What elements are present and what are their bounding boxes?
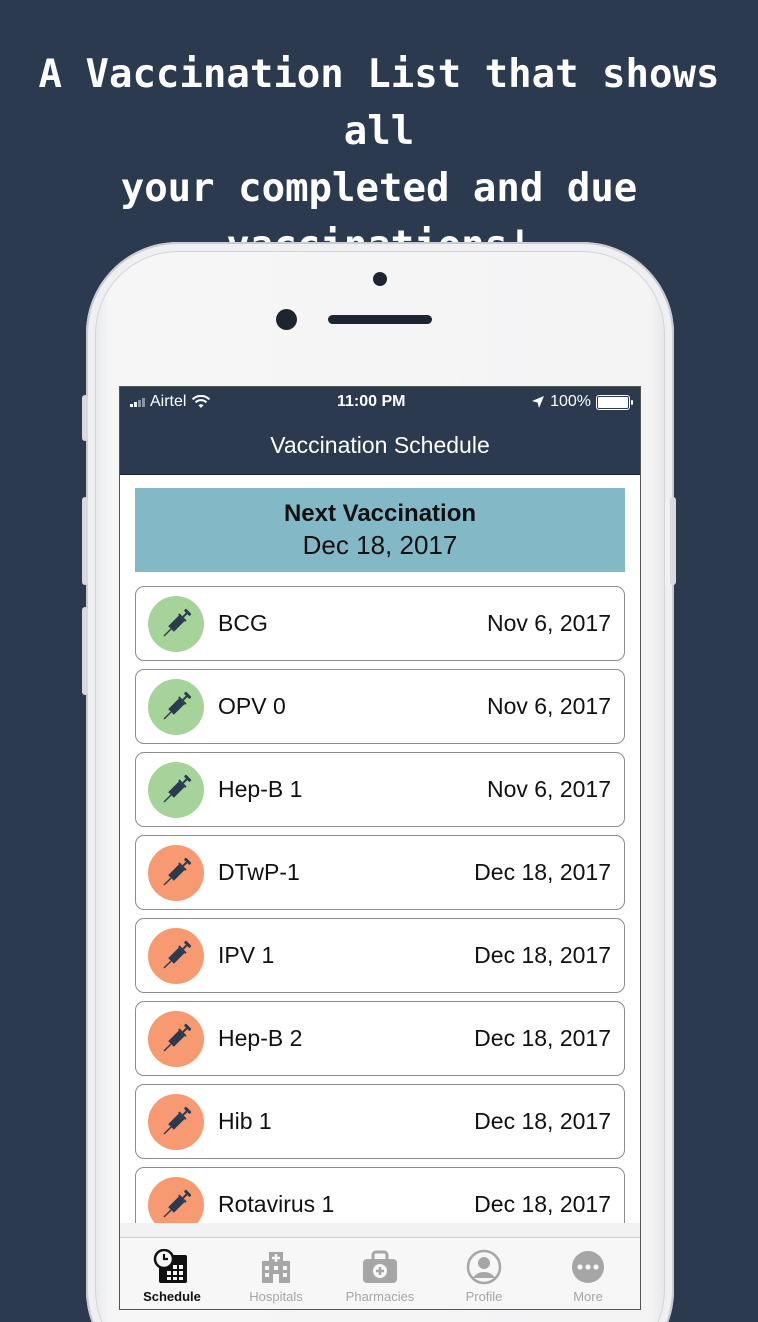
vaccine-name: Rotavirus 1	[218, 1191, 335, 1217]
clock: 11:00 PM	[337, 393, 406, 410]
vaccination-row[interactable]: IPV 1 Dec 18, 2017	[135, 918, 625, 993]
tab-label: Hospitals	[249, 1289, 303, 1304]
vaccine-date: Nov 6, 2017	[486, 693, 611, 719]
status-bar: Airtel 11:00 PM 100%	[120, 387, 640, 417]
vaccination-row[interactable]: Hep-B 1 Nov 6, 2017	[135, 752, 625, 827]
vaccination-row[interactable]: DTwP-1 Dec 18, 2017	[135, 835, 625, 910]
hospital-icon	[262, 1252, 290, 1283]
headline-line-2: your completed and due	[120, 166, 638, 211]
volume-down-button	[82, 607, 88, 695]
calendar-clock-icon	[153, 1249, 187, 1283]
vaccine-date: Nov 6, 2017	[486, 776, 611, 802]
headline-line-1: A Vaccination List that shows all	[38, 52, 720, 154]
front-camera	[276, 309, 297, 330]
promo-headline: A Vaccination List that shows all your c…	[0, 46, 758, 274]
signal-icon	[130, 397, 145, 407]
tab-more[interactable]: More	[536, 1238, 640, 1309]
phone-screen: Airtel 11:00 PM 100% Vaccination Schedul…	[119, 386, 641, 1310]
volume-up-button	[82, 497, 88, 585]
vaccination-row[interactable]: Rotavirus 1 Dec 18, 2017	[135, 1167, 625, 1223]
syringe-icon	[148, 761, 204, 818]
tab-profile[interactable]: Profile	[432, 1238, 536, 1309]
more-icon	[572, 1251, 604, 1283]
vaccine-name: DTwP-1	[218, 859, 300, 885]
vaccination-row[interactable]: BCG Nov 6, 2017	[135, 586, 625, 661]
next-vaccination-title: Next Vaccination	[283, 500, 477, 527]
syringe-icon	[148, 844, 204, 901]
page-title: Vaccination Schedule	[270, 432, 490, 458]
vaccine-date: Dec 18, 2017	[474, 1191, 611, 1217]
vaccine-date: Nov 6, 2017	[486, 610, 611, 636]
carrier-label: Airtel	[150, 393, 187, 410]
vaccination-row[interactable]: Hib 1 Dec 18, 2017	[135, 1084, 625, 1159]
tab-label: Schedule	[143, 1289, 201, 1304]
vaccination-list: BCG Nov 6, 2017 OPV 0 Nov 6, 2017 Hep-B …	[135, 586, 625, 1223]
schedule-content[interactable]: Next Vaccination Dec 18, 2017 BCG Nov 6,…	[120, 475, 640, 1223]
tab-hospitals[interactable]: Hospitals	[224, 1238, 328, 1309]
syringe-icon	[148, 1176, 204, 1223]
earpiece-speaker	[328, 315, 432, 324]
nav-bar: Vaccination Schedule	[120, 417, 640, 475]
syringe-icon	[148, 595, 204, 652]
profile-icon	[466, 1249, 502, 1285]
next-vaccination-date: Dec 18, 2017	[302, 530, 458, 560]
battery-icon	[595, 394, 633, 410]
vaccine-date: Dec 18, 2017	[474, 1025, 611, 1051]
tab-label: More	[573, 1289, 603, 1304]
power-button	[670, 497, 676, 585]
vaccine-date: Dec 18, 2017	[474, 859, 611, 885]
vaccine-name: BCG	[218, 610, 268, 636]
next-vaccination-card: Next Vaccination Dec 18, 2017	[135, 488, 625, 572]
vaccine-date: Dec 18, 2017	[474, 942, 611, 968]
tab-label: Pharmacies	[345, 1289, 415, 1304]
vaccine-name: Hib 1	[218, 1108, 272, 1134]
battery-percent: 100%	[550, 393, 591, 410]
proximity-sensor	[373, 272, 387, 286]
vaccination-row[interactable]: OPV 0 Nov 6, 2017	[135, 669, 625, 744]
tab-schedule[interactable]: Schedule	[120, 1238, 224, 1309]
syringe-icon	[148, 927, 204, 984]
vaccine-name: Hep-B 2	[218, 1025, 303, 1051]
syringe-icon	[148, 1093, 204, 1150]
tab-pharmacies[interactable]: Pharmacies	[328, 1238, 432, 1309]
medical-bag-icon	[363, 1250, 397, 1283]
syringe-icon	[148, 678, 204, 735]
vaccine-name: OPV 0	[218, 693, 286, 719]
wifi-icon	[192, 395, 211, 408]
syringe-icon	[148, 1010, 204, 1067]
tab-bar: Schedule Hospitals Pharmacies Profile Mo…	[120, 1237, 640, 1309]
vaccination-row[interactable]: Hep-B 2 Dec 18, 2017	[135, 1001, 625, 1076]
location-arrow-icon	[532, 396, 545, 408]
vaccine-date: Dec 18, 2017	[474, 1108, 611, 1134]
mute-switch	[82, 395, 88, 441]
vaccine-name: Hep-B 1	[218, 776, 303, 802]
tab-label: Profile	[465, 1289, 503, 1304]
vaccine-name: IPV 1	[218, 942, 275, 968]
